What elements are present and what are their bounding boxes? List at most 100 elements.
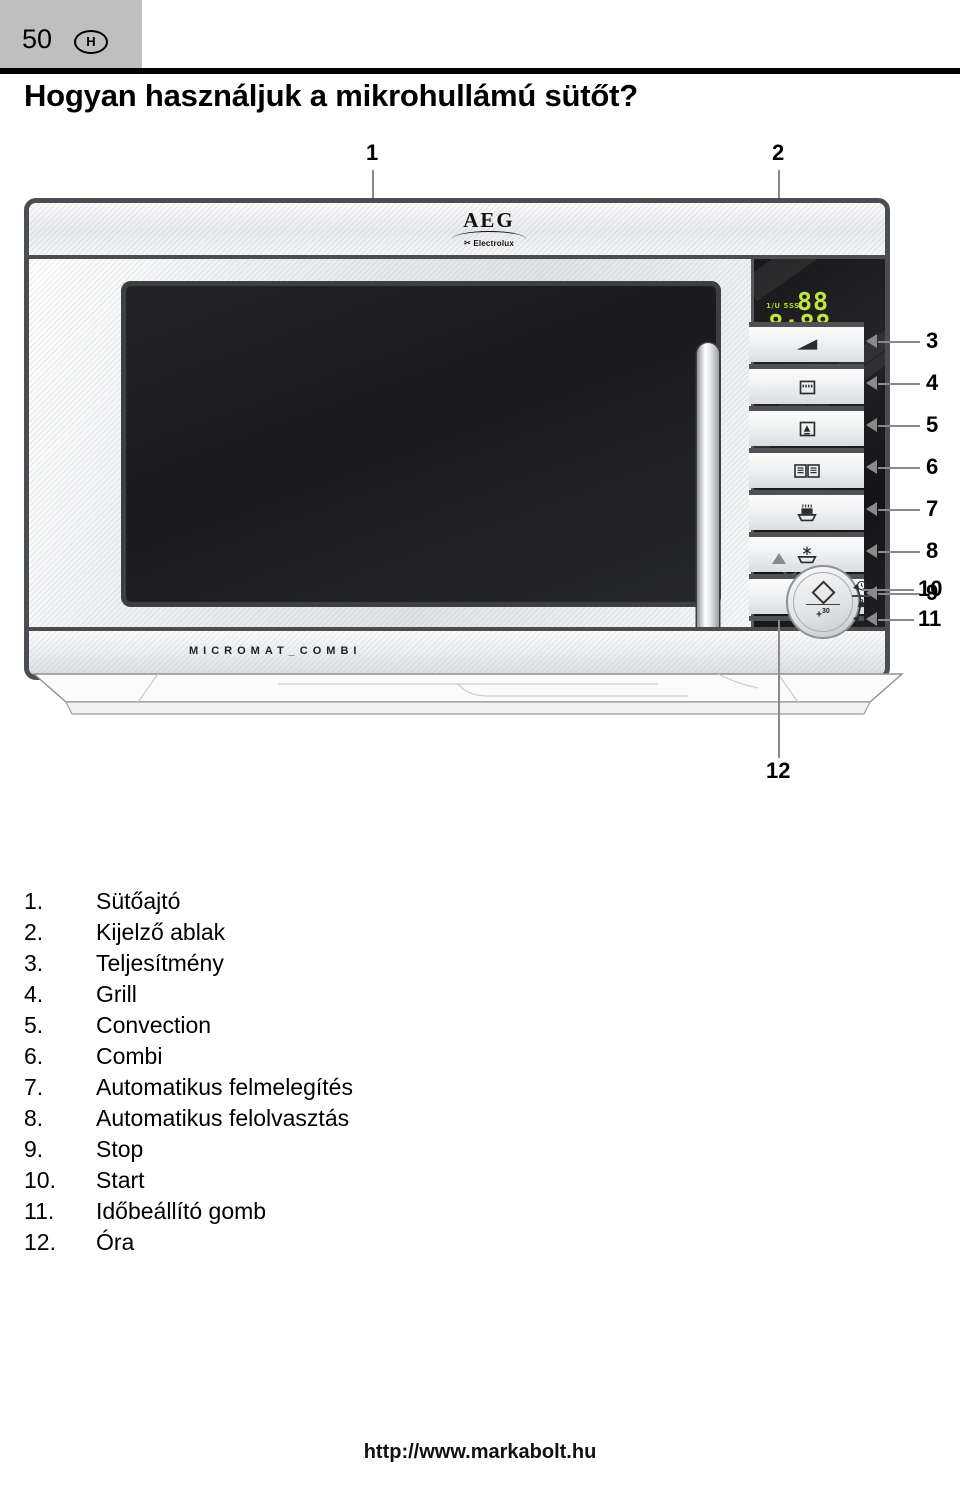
callout-leader-4 <box>878 383 920 385</box>
callout-leader-9 <box>878 593 920 595</box>
callout-leader-7 <box>878 509 920 511</box>
callout-number-12: 12 <box>766 758 791 783</box>
callout-arrow-12 <box>772 553 786 564</box>
list-item: 2. Kijelző ablak <box>24 917 524 948</box>
callout-leader-5 <box>878 425 920 427</box>
oven-top-trim: AEG ✂ Electrolux <box>29 203 885 259</box>
list-item-index: 10. <box>24 1167 56 1193</box>
list-item-index: 2. <box>24 919 44 945</box>
list-item-index: 12. <box>24 1229 56 1255</box>
convection-button[interactable] <box>749 406 864 446</box>
callout-number-10: 10 <box>918 576 943 601</box>
list-item: 10. Start <box>24 1165 524 1196</box>
callout-arrow-3 <box>866 334 877 348</box>
oven-door[interactable] <box>29 259 754 641</box>
list-item-index: 3. <box>24 950 44 976</box>
start-knob-inner: +30 <box>793 572 853 632</box>
quick-start-label: +30 <box>816 608 830 621</box>
list-item: 7. Automatikus felmelegítés <box>24 1072 524 1103</box>
list-item-label: Stop <box>96 1136 144 1162</box>
electrolux-label: Electrolux <box>473 239 515 248</box>
callout-leader-10 <box>862 589 914 591</box>
auto-reheat-icon <box>796 503 817 521</box>
header-divider <box>0 68 960 74</box>
list-item-index: 5. <box>24 1012 44 1038</box>
list-item-index: 1. <box>24 888 44 914</box>
electrolux-subbrand: ✂ Electrolux <box>429 239 549 249</box>
display-indicator-left: 1/U 5SS <box>766 302 800 310</box>
list-item-label: Convection <box>96 1012 212 1038</box>
callout-leader-11 <box>878 619 914 621</box>
callout-leader-8 <box>878 551 920 553</box>
list-item: 11. Időbeállító gomb <box>24 1196 524 1227</box>
weight-icon <box>856 598 867 612</box>
grill-icon <box>799 380 815 394</box>
list-item-label: Automatikus felolvasztás <box>96 1105 350 1131</box>
combi-icon <box>793 463 820 478</box>
callout-arrow-5 <box>866 418 877 432</box>
parts-list: 1. Sütőajtó 2. Kijelző ablak 3. Teljesít… <box>24 886 524 1258</box>
callout-number-8: 8 <box>926 538 939 563</box>
callout-number-4: 4 <box>926 370 939 395</box>
power-button[interactable] <box>749 322 864 362</box>
callout-number-3: 3 <box>926 328 939 353</box>
list-item-index: 7. <box>24 1074 44 1100</box>
list-item: 9. Stop <box>24 1134 524 1165</box>
electrolux-mark-icon: ✂ <box>463 238 471 248</box>
list-item: 5. Convection <box>24 1010 524 1041</box>
list-item-label: Teljesítmény <box>96 950 224 976</box>
callout-leader-12 <box>778 620 780 758</box>
language-badge: H <box>74 30 108 54</box>
callout-number-7: 7 <box>926 496 939 521</box>
callout-leader-3 <box>878 341 920 343</box>
oven-bottom-trim: MICROMAT_COMBI <box>29 627 885 675</box>
list-item: 1. Sütőajtó <box>24 886 524 917</box>
callout-number-5: 5 <box>926 412 939 437</box>
list-item-label: Kijelző ablak <box>96 919 226 945</box>
list-item-label: Automatikus felmelegítés <box>96 1074 353 1100</box>
callout-leader-6 <box>878 467 920 469</box>
list-item-index: 4. <box>24 981 44 1007</box>
door-handle[interactable] <box>697 343 719 641</box>
list-item-label: Időbeállító gomb <box>96 1198 267 1224</box>
callout-arrow-8 <box>866 544 877 558</box>
list-item-label: Óra <box>96 1229 135 1255</box>
aeg-logo: AEG ✂ Electrolux <box>429 209 549 249</box>
list-item: 3. Teljesítmény <box>24 948 524 979</box>
list-item-label: Start <box>96 1167 145 1193</box>
page-number: 50 <box>22 24 53 54</box>
list-item-index: 11. <box>24 1198 55 1224</box>
callout-arrow-7 <box>866 502 877 516</box>
oven-base <box>32 673 904 715</box>
grill-button[interactable] <box>749 364 864 404</box>
combi-button[interactable] <box>749 448 864 488</box>
aeg-wordmark: AEG <box>463 208 515 232</box>
callout-number-11: 11 <box>918 606 942 631</box>
start-symbol-icon <box>810 580 836 605</box>
footer-url[interactable]: http://www.markabolt.hu <box>0 1441 960 1464</box>
list-item-index: 9. <box>24 1136 44 1162</box>
list-item: 12. Óra <box>24 1227 524 1258</box>
callout-arrow-4 <box>866 376 877 390</box>
list-item: 4. Grill <box>24 979 524 1010</box>
auto-defrost-icon <box>796 546 817 563</box>
page-header: 50 H <box>0 0 960 74</box>
callout-number-6: 6 <box>926 454 939 479</box>
clock-icon <box>856 580 867 594</box>
list-item-index: 6. <box>24 1043 44 1069</box>
callout-arrow-6 <box>866 460 877 474</box>
callout-number-1: 1 <box>366 140 379 165</box>
list-item-label: Combi <box>96 1043 163 1069</box>
list-item: 6. Combi <box>24 1041 524 1072</box>
power-level-icon <box>796 338 817 350</box>
list-item-label: Sütőajtó <box>96 888 181 914</box>
list-item: 8. Automatikus felolvasztás <box>24 1103 524 1134</box>
page-title: Hogyan használjuk a mikrohullámú sütőt? <box>24 78 639 113</box>
callout-arrow-11 <box>866 612 877 626</box>
list-item-index: 8. <box>24 1105 44 1131</box>
auto-reheat-button[interactable] <box>749 490 864 530</box>
list-item-label: Grill <box>96 981 137 1007</box>
quick-start-seconds: 30 <box>822 608 830 616</box>
door-glass-window <box>121 281 721 607</box>
model-name: MICROMAT_COMBI <box>189 645 362 657</box>
